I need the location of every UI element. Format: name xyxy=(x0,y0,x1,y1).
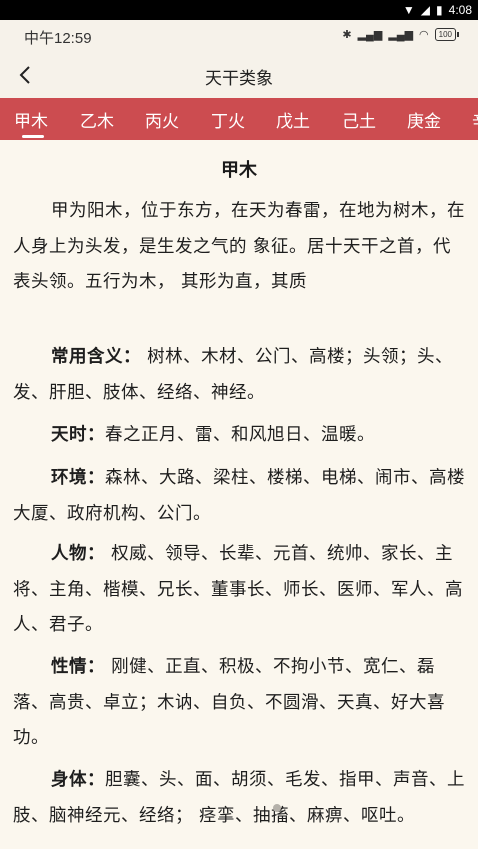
status-bar: 中午12:59 ✱ ▂▄▆ ▂▄▆ ◠ 100 xyxy=(0,20,478,52)
section-label: 身体： xyxy=(51,770,105,790)
section-label: 常用含义： xyxy=(51,347,141,367)
wifi-icon: ◠ xyxy=(419,29,429,41)
intro-paragraph: 甲为阳木，位于东方，在天为春雷，在地为树木，在人身上为头发，是生发之气的 象征。… xyxy=(13,201,465,292)
tab-gengjin[interactable]: 庚金 xyxy=(407,107,441,132)
tab-jiamu[interactable]: 甲木 xyxy=(14,107,48,138)
page-title: 天干类象 xyxy=(205,69,273,89)
signal-hd-icon-2: ▂▄▆ xyxy=(388,29,414,41)
tab-yimu[interactable]: 乙木 xyxy=(80,107,114,132)
section-label: 人物： xyxy=(51,544,105,564)
tab-label: 戊土 xyxy=(276,112,310,132)
tab-xinjin[interactable]: 辛金 xyxy=(472,107,478,132)
bluetooth-icon: ✱ xyxy=(342,29,352,41)
system-time: 4:08 xyxy=(448,3,472,17)
nav-bar: 天干类象 xyxy=(0,52,478,98)
section-temperament: 性情： 刚健、正直、积极、不拘小节、宽仁、磊落、高贵、卓立；木讷、自负、不圆滑、… xyxy=(13,650,467,757)
signal-icon: ◢ xyxy=(420,3,431,17)
tab-label: 辛金 xyxy=(472,112,478,132)
section-label: 环境： xyxy=(51,468,105,488)
tab-binghuo[interactable]: 丙火 xyxy=(145,107,179,132)
status-time: 中午12:59 xyxy=(24,30,92,47)
scroll-indicator xyxy=(273,804,281,812)
tab-label: 乙木 xyxy=(80,112,114,132)
tab-label: 己土 xyxy=(342,112,376,132)
signal-hd-icon: ▂▄▆ xyxy=(357,29,383,41)
section-people: 人物： 权威、领导、长辈、元首、统帅、家长、主将、主角、楷模、兄长、董事长、师长… xyxy=(13,537,467,644)
system-bar: ▼ ◢ ▮ 4:08 xyxy=(0,0,478,20)
tab-label: 甲木 xyxy=(14,112,48,132)
tab-active-indicator xyxy=(22,135,44,138)
section-text: 春之正月、雷、和风旭日、温暖。 xyxy=(105,425,375,445)
article-content[interactable]: 甲木 甲为阳木，位于东方，在天为春雷，在地为树木，在人身上为头发，是生发之气的 … xyxy=(0,140,478,849)
tab-dinghuo[interactable]: 丁火 xyxy=(211,107,245,132)
tab-label: 丙火 xyxy=(145,112,179,132)
battery-small-icon: ▮ xyxy=(436,3,443,17)
status-icons: ✱ ▂▄▆ ▂▄▆ ◠ 100 xyxy=(342,28,460,41)
section-environment: 环境：森林、大路、梁柱、楼梯、电梯、闹市、高楼大厦、政府机构、公门。 xyxy=(13,461,467,532)
tab-bar: 甲木 乙木 丙火 丁火 戊土 己土 庚金 辛金 xyxy=(0,98,478,140)
battery-icon: 100 xyxy=(434,28,460,41)
tab-wutu[interactable]: 戊土 xyxy=(276,107,310,132)
section-weather: 天时：春之正月、雷、和风旭日、温暖。 xyxy=(13,418,467,454)
tab-jitu[interactable]: 己土 xyxy=(342,107,376,132)
section-label: 性情： xyxy=(51,657,105,677)
article-heading: 甲木 xyxy=(221,160,257,181)
section-label: 天时： xyxy=(51,425,105,445)
section-body: 身体：胆囊、头、面、胡须、毛发、指甲、声音、上肢、脑神经元、经络； 痉挛、抽搐、… xyxy=(13,763,467,834)
tab-label: 丁火 xyxy=(211,112,245,132)
section-common-meaning: 常用含义： 树林、木材、公门、高楼；头领；头、发、肝胆、肢体、经络、神经。 xyxy=(13,340,467,411)
system-indicators: ▼ ◢ ▮ 4:08 xyxy=(403,2,472,18)
wifi-icon: ▼ xyxy=(402,3,415,17)
tab-label: 庚金 xyxy=(407,112,441,132)
